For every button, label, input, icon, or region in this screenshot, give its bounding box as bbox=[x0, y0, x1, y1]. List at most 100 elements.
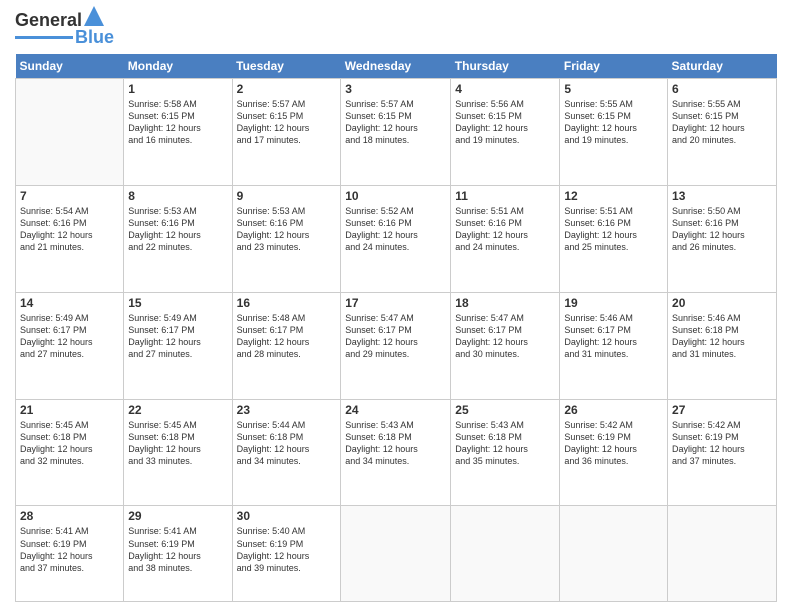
day-info: Sunrise: 5:40 AM Sunset: 6:19 PM Dayligh… bbox=[237, 525, 337, 574]
day-number: 16 bbox=[237, 296, 337, 310]
day-info: Sunrise: 5:57 AM Sunset: 6:15 PM Dayligh… bbox=[237, 98, 337, 147]
day-cell bbox=[560, 506, 668, 602]
week-row-3: 14 Sunrise: 5:49 AM Sunset: 6:17 PM Dayli… bbox=[16, 292, 777, 399]
day-info: Sunrise: 5:55 AM Sunset: 6:15 PM Dayligh… bbox=[564, 98, 663, 147]
day-cell: 8 Sunrise: 5:53 AM Sunset: 6:16 PM Daylig… bbox=[124, 185, 232, 292]
header-row: Sunday Monday Tuesday Wednesday Thursday… bbox=[16, 54, 777, 79]
day-info: Sunrise: 5:43 AM Sunset: 6:18 PM Dayligh… bbox=[345, 419, 446, 468]
day-number: 21 bbox=[20, 403, 119, 417]
day-number: 13 bbox=[672, 189, 772, 203]
day-number: 12 bbox=[564, 189, 663, 203]
day-cell: 1Sunrise: 5:58 AM Sunset: 6:15 PM Daylig… bbox=[124, 79, 232, 186]
day-cell: 21 Sunrise: 5:45 AM Sunset: 6:18 PM Dayli… bbox=[16, 399, 124, 506]
day-number: 24 bbox=[345, 403, 446, 417]
day-cell bbox=[451, 506, 560, 602]
day-cell: 20Sunrise: 5:46 AM Sunset: 6:18 PM Dayli… bbox=[668, 292, 777, 399]
logo-icon bbox=[84, 6, 104, 26]
day-info: Sunrise: 5:46 AM Sunset: 6:17 PM Dayligh… bbox=[564, 312, 663, 361]
day-number: 1 bbox=[128, 82, 227, 96]
day-number: 11 bbox=[455, 189, 555, 203]
day-number: 17 bbox=[345, 296, 446, 310]
day-number: 19 bbox=[564, 296, 663, 310]
day-info: Sunrise: 5:49 AM Sunset: 6:17 PM Dayligh… bbox=[20, 312, 119, 361]
day-number: 2 bbox=[237, 82, 337, 96]
day-info: Sunrise: 5:41 AM Sunset: 6:19 PM Dayligh… bbox=[128, 525, 227, 574]
day-info: Sunrise: 5:50 AM Sunset: 6:16 PM Dayligh… bbox=[672, 205, 772, 254]
day-info: Sunrise: 5:43 AM Sunset: 6:18 PM Dayligh… bbox=[455, 419, 555, 468]
day-cell: 11 Sunrise: 5:51 AM Sunset: 6:16 PM Dayli… bbox=[451, 185, 560, 292]
col-thursday: Thursday bbox=[451, 54, 560, 79]
day-info: Sunrise: 5:51 AM Sunset: 6:16 PM Dayligh… bbox=[564, 205, 663, 254]
day-number: 18 bbox=[455, 296, 555, 310]
day-number: 26 bbox=[564, 403, 663, 417]
day-number: 14 bbox=[20, 296, 119, 310]
day-cell: 29 Sunrise: 5:41 AM Sunset: 6:19 PM Dayli… bbox=[124, 506, 232, 602]
day-cell: 27 Sunrise: 5:42 AM Sunset: 6:19 PM Dayli… bbox=[668, 399, 777, 506]
day-cell: 22Sunrise: 5:45 AM Sunset: 6:18 PM Dayli… bbox=[124, 399, 232, 506]
day-info: Sunrise: 5:42 AM Sunset: 6:19 PM Dayligh… bbox=[672, 419, 772, 468]
day-info: Sunrise: 5:53 AM Sunset: 6:16 PM Dayligh… bbox=[128, 205, 227, 254]
week-row-5: 28 Sunrise: 5:41 AM Sunset: 6:19 PM Dayli… bbox=[16, 506, 777, 602]
col-wednesday: Wednesday bbox=[341, 54, 451, 79]
day-cell: 3Sunrise: 5:57 AM Sunset: 6:15 PM Daylig… bbox=[341, 79, 451, 186]
day-cell: 5 Sunrise: 5:55 AM Sunset: 6:15 PM Daylig… bbox=[560, 79, 668, 186]
day-info: Sunrise: 5:42 AM Sunset: 6:19 PM Dayligh… bbox=[564, 419, 663, 468]
day-info: Sunrise: 5:56 AM Sunset: 6:15 PM Dayligh… bbox=[455, 98, 555, 147]
day-cell: 14 Sunrise: 5:49 AM Sunset: 6:17 PM Dayli… bbox=[16, 292, 124, 399]
day-cell: 17 Sunrise: 5:47 AM Sunset: 6:17 PM Dayli… bbox=[341, 292, 451, 399]
day-number: 6 bbox=[672, 82, 772, 96]
col-tuesday: Tuesday bbox=[232, 54, 341, 79]
day-cell: 6 Sunrise: 5:55 AM Sunset: 6:15 PM Daylig… bbox=[668, 79, 777, 186]
week-row-2: 7 Sunrise: 5:54 AM Sunset: 6:16 PM Daylig… bbox=[16, 185, 777, 292]
day-cell: 9 Sunrise: 5:53 AM Sunset: 6:16 PM Daylig… bbox=[232, 185, 341, 292]
day-info: Sunrise: 5:52 AM Sunset: 6:16 PM Dayligh… bbox=[345, 205, 446, 254]
day-number: 29 bbox=[128, 509, 227, 523]
day-cell: 13 Sunrise: 5:50 AM Sunset: 6:16 PM Dayli… bbox=[668, 185, 777, 292]
day-info: Sunrise: 5:49 AM Sunset: 6:17 PM Dayligh… bbox=[128, 312, 227, 361]
col-monday: Monday bbox=[124, 54, 232, 79]
day-number: 27 bbox=[672, 403, 772, 417]
day-number: 10 bbox=[345, 189, 446, 203]
day-cell bbox=[668, 506, 777, 602]
day-number: 3 bbox=[345, 82, 446, 96]
day-number: 15 bbox=[128, 296, 227, 310]
day-info: Sunrise: 5:47 AM Sunset: 6:17 PM Dayligh… bbox=[345, 312, 446, 361]
day-cell bbox=[341, 506, 451, 602]
col-friday: Friday bbox=[560, 54, 668, 79]
day-number: 20 bbox=[672, 296, 772, 310]
day-cell: 7 Sunrise: 5:54 AM Sunset: 6:16 PM Daylig… bbox=[16, 185, 124, 292]
day-number: 7 bbox=[20, 189, 119, 203]
day-info: Sunrise: 5:47 AM Sunset: 6:17 PM Dayligh… bbox=[455, 312, 555, 361]
day-cell: 2 Sunrise: 5:57 AM Sunset: 6:15 PM Daylig… bbox=[232, 79, 341, 186]
day-info: Sunrise: 5:51 AM Sunset: 6:16 PM Dayligh… bbox=[455, 205, 555, 254]
day-info: Sunrise: 5:45 AM Sunset: 6:18 PM Dayligh… bbox=[128, 419, 227, 468]
day-cell bbox=[16, 79, 124, 186]
day-cell: 16 Sunrise: 5:48 AM Sunset: 6:17 PM Dayli… bbox=[232, 292, 341, 399]
day-cell: 18 Sunrise: 5:47 AM Sunset: 6:17 PM Dayli… bbox=[451, 292, 560, 399]
day-cell: 30Sunrise: 5:40 AM Sunset: 6:19 PM Dayli… bbox=[232, 506, 341, 602]
page: General Blue Sunday Monday Tuesday bbox=[0, 0, 792, 612]
day-number: 4 bbox=[455, 82, 555, 96]
day-number: 23 bbox=[237, 403, 337, 417]
day-cell: 19 Sunrise: 5:46 AM Sunset: 6:17 PM Dayli… bbox=[560, 292, 668, 399]
day-number: 8 bbox=[128, 189, 227, 203]
day-info: Sunrise: 5:53 AM Sunset: 6:16 PM Dayligh… bbox=[237, 205, 337, 254]
col-saturday: Saturday bbox=[668, 54, 777, 79]
logo: General Blue bbox=[15, 10, 114, 48]
day-info: Sunrise: 5:48 AM Sunset: 6:17 PM Dayligh… bbox=[237, 312, 337, 361]
day-cell: 10 Sunrise: 5:52 AM Sunset: 6:16 PM Dayli… bbox=[341, 185, 451, 292]
day-cell: 26 Sunrise: 5:42 AM Sunset: 6:19 PM Dayli… bbox=[560, 399, 668, 506]
day-info: Sunrise: 5:54 AM Sunset: 6:16 PM Dayligh… bbox=[20, 205, 119, 254]
day-info: Sunrise: 5:45 AM Sunset: 6:18 PM Dayligh… bbox=[20, 419, 119, 468]
col-sunday: Sunday bbox=[16, 54, 124, 79]
day-number: 5 bbox=[564, 82, 663, 96]
day-number: 28 bbox=[20, 509, 119, 523]
day-cell: 23 Sunrise: 5:44 AM Sunset: 6:18 PM Dayli… bbox=[232, 399, 341, 506]
day-cell: 24 Sunrise: 5:43 AM Sunset: 6:18 PM Dayli… bbox=[341, 399, 451, 506]
week-row-4: 21 Sunrise: 5:45 AM Sunset: 6:18 PM Dayli… bbox=[16, 399, 777, 506]
day-info: Sunrise: 5:44 AM Sunset: 6:18 PM Dayligh… bbox=[237, 419, 337, 468]
day-info: Sunrise: 5:55 AM Sunset: 6:15 PM Dayligh… bbox=[672, 98, 772, 147]
day-cell: 12 Sunrise: 5:51 AM Sunset: 6:16 PM Dayli… bbox=[560, 185, 668, 292]
header: General Blue bbox=[15, 10, 777, 48]
day-number: 9 bbox=[237, 189, 337, 203]
